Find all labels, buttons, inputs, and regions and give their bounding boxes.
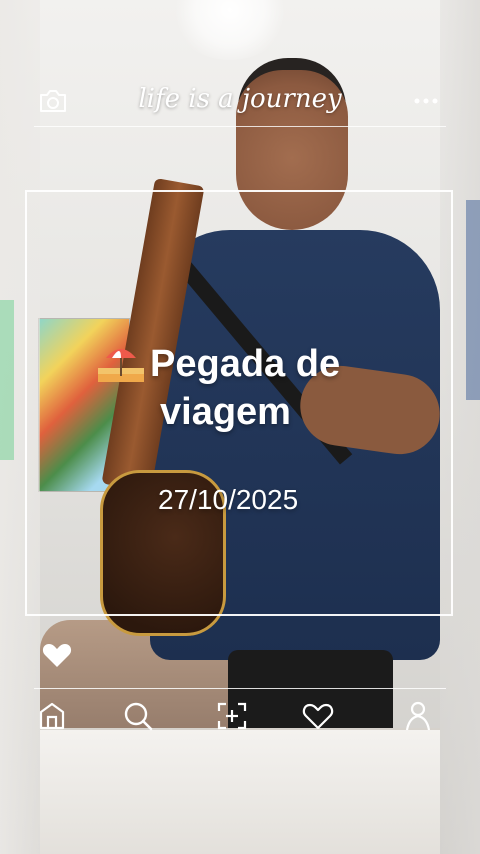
left-accent bbox=[0, 300, 14, 460]
profile-icon[interactable] bbox=[400, 698, 436, 734]
post-title-line1: Pegada de bbox=[150, 343, 341, 385]
bottom-divider bbox=[34, 688, 446, 689]
more-icon[interactable] bbox=[412, 92, 440, 110]
heart-outline-icon[interactable] bbox=[300, 698, 336, 734]
post-date: 27/10/2025 bbox=[158, 484, 299, 515]
home-icon[interactable] bbox=[34, 698, 70, 734]
top-bar: life is a journey bbox=[34, 80, 446, 126]
table bbox=[40, 728, 440, 854]
add-post-icon[interactable] bbox=[214, 698, 250, 734]
beach-umbrella-icon bbox=[96, 338, 146, 384]
right-accent bbox=[466, 200, 480, 400]
heart-icon[interactable] bbox=[42, 642, 72, 668]
post-title: Pegada de viagem bbox=[96, 338, 416, 436]
post-title-line2: viagem bbox=[160, 391, 291, 433]
bottom-nav bbox=[34, 698, 446, 734]
brand-title: life is a journey bbox=[138, 84, 342, 114]
top-divider bbox=[34, 126, 446, 127]
search-icon[interactable] bbox=[120, 698, 156, 734]
